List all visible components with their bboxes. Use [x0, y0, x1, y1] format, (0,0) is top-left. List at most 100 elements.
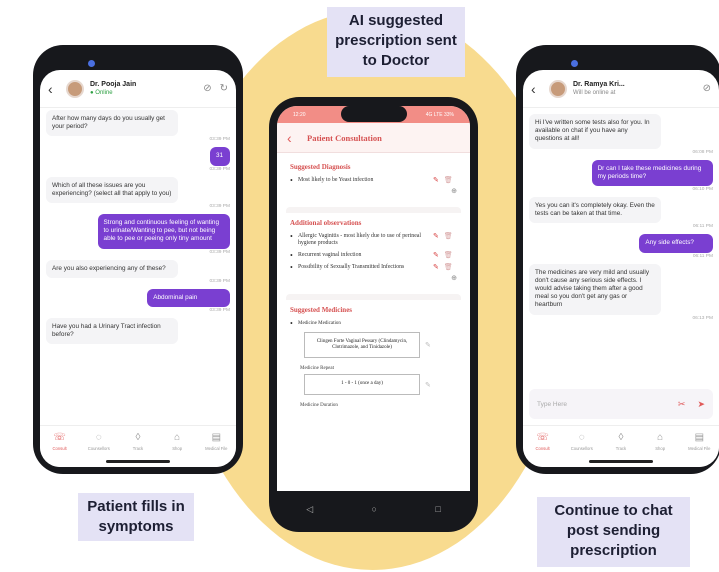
consultation-screen: 12:20 4G LTE 33% ‹ Patient Consultation … — [277, 106, 470, 491]
chat-bubble-icon: ◌ — [578, 432, 585, 443]
tab-medical-file[interactable]: ▤ Medical File — [682, 432, 716, 451]
chat-bubble-icon: ◌ — [95, 432, 102, 443]
message-time: 06:11 PM — [692, 224, 713, 230]
tab-counsellors[interactable]: ◌ Counsellors — [565, 432, 599, 451]
edit-icon[interactable]: ✎ — [433, 252, 439, 259]
drop-icon: ◊ — [618, 432, 624, 443]
edit-icon[interactable]: ✎ — [433, 264, 439, 271]
edit-icon[interactable]: ✎ — [425, 341, 431, 349]
chat-messages: Hi I've written some tests also for you.… — [523, 110, 719, 326]
back-arrow-icon[interactable]: ‹ — [287, 130, 301, 146]
chat-message: Have you had a Urinary Tract infection b… — [46, 318, 179, 345]
tab-shop[interactable]: ⌂ Shop — [160, 432, 194, 451]
medicine-name-field[interactable]: Clingen Forte Vaginal Pessary (Clindamyc… — [304, 332, 420, 359]
medicine-repeat-row: 1 - 0 - 1 (once a day) ✎ — [304, 374, 457, 395]
chat-message: Dr can I take these medicines during my … — [591, 159, 713, 187]
tab-consult[interactable]: ☏ Consult — [526, 432, 560, 451]
message-input[interactable]: Type Here — [537, 401, 678, 408]
message-time: 06:08 PM — [692, 149, 713, 155]
tab-consult[interactable]: ☏ Consult — [43, 432, 77, 451]
chat-message: Which of all these issues are you experi… — [46, 176, 179, 204]
nav-back-icon[interactable]: ◁ — [306, 504, 313, 515]
observations-section: Additional observations • Allergic Vagin… — [286, 207, 461, 286]
tab-label: Counsellors — [87, 446, 110, 451]
caption-continue-chat: Continue to chat post sending prescripti… — [537, 497, 690, 567]
camera-icon — [571, 60, 578, 67]
send-icon[interactable]: ➤ — [697, 399, 705, 410]
section-title: Suggested Medicines — [290, 306, 353, 314]
header-actions: ⊘ ↻ — [203, 83, 228, 94]
chat-message: Any side effects? — [639, 234, 713, 253]
tab-counsellors[interactable]: ◌ Counsellors — [82, 432, 116, 451]
message-time: 06:10 PM — [692, 187, 713, 193]
consult-icon: ☏ — [53, 432, 66, 443]
section-title: Additional observations — [290, 219, 362, 227]
diagnosis-section: Suggested Diagnosis • Most likely to be … — [286, 157, 461, 199]
tab-label: Shop — [172, 446, 183, 451]
message-time: 06:13 PM — [692, 315, 713, 321]
medicine-repeat-field[interactable]: 1 - 0 - 1 (once a day) — [304, 374, 420, 395]
back-arrow-icon[interactable]: ‹ — [531, 81, 545, 97]
tab-shop[interactable]: ⌂ Shop — [643, 432, 677, 451]
delete-icon[interactable]: 🗑 — [444, 252, 453, 259]
medicine-label: Medicine Medication — [298, 321, 341, 326]
phone-consultation: 12:20 4G LTE 33% ‹ Patient Consultation … — [269, 97, 478, 532]
delete-icon[interactable]: 🗑 — [444, 264, 453, 271]
status-time: 12:20 — [293, 111, 306, 118]
row-actions: ✎ 🗑 — [433, 177, 457, 184]
bullet: • — [290, 251, 293, 260]
tab-medical-file[interactable]: ▤ Medical File — [199, 432, 233, 451]
nav-home-icon[interactable]: ○ — [372, 504, 377, 514]
refresh-icon[interactable]: ↻ — [220, 83, 228, 94]
phone-patient-chat: ‹ Dr. Pooja Jain ● Online ⊘ ↻ After how … — [33, 45, 243, 474]
bag-icon: ⌂ — [174, 432, 181, 443]
tab-label: Shop — [655, 446, 666, 451]
row-actions: ✎ 🗑 — [433, 233, 457, 240]
tab-track[interactable]: ◊ Track — [121, 432, 155, 451]
status-text: Online — [95, 90, 113, 96]
tab-track[interactable]: ◊ Track — [604, 432, 638, 451]
tab-label: Consult — [535, 446, 550, 451]
edit-icon[interactable]: ✎ — [433, 177, 439, 184]
status-text: Will be online at — [573, 90, 616, 96]
patient-chat-screen: ‹ Dr. Pooja Jain ● Online ⊘ ↻ After how … — [40, 70, 236, 467]
delete-icon[interactable]: 🗑 — [444, 233, 453, 240]
edit-icon[interactable]: ✎ — [433, 233, 439, 240]
doctor-name: Dr. Ramya Kri... — [573, 81, 625, 88]
bullet: • — [290, 263, 293, 272]
add-icon[interactable]: ⊕ — [290, 187, 457, 195]
nav-recents-icon[interactable]: □ — [435, 504, 440, 514]
delete-icon[interactable]: 🗑 — [444, 177, 453, 184]
message-composer[interactable]: Type Here ✂ ➤ — [529, 389, 713, 419]
observation-item: • Recurrent vaginal infection ✎ 🗑 — [290, 251, 457, 260]
video-call-icon[interactable]: ⊘ — [703, 83, 711, 94]
tab-label: Medical File — [688, 446, 711, 451]
home-indicator — [589, 460, 653, 463]
video-call-icon[interactable]: ⊘ — [203, 83, 211, 94]
attach-icon[interactable]: ✂ — [678, 399, 686, 410]
medicine-name-row: Clingen Forte Vaginal Pessary (Clindamyc… — [304, 332, 457, 359]
composer-actions: ✂ ➤ — [678, 399, 705, 410]
home-indicator — [106, 460, 170, 463]
drop-icon: ◊ — [135, 432, 141, 443]
header-actions: ⊘ — [703, 83, 711, 94]
doctor-name: Dr. Pooja Jain — [90, 81, 137, 88]
observation-text: Allergic Vaginitis - most likely due to … — [298, 233, 421, 246]
message-time: 03:39 PM — [209, 204, 230, 210]
observation-item: • Possibility of Sexually Transmitted In… — [290, 263, 457, 272]
observation-text: Possibility of Sexually Transmitted Infe… — [298, 264, 405, 270]
doctor-avatar — [66, 79, 84, 98]
consult-icon: ☏ — [536, 432, 549, 443]
doctor-info: Dr. Ramya Kri... Will be online at — [573, 81, 625, 96]
section-title: Suggested Diagnosis — [290, 163, 351, 171]
add-icon[interactable]: ⊕ — [290, 274, 457, 282]
message-time: 03:39 PM — [209, 308, 230, 314]
message-time: 03:39 PM — [209, 137, 230, 143]
diagnosis-text: Most likely to be Yeast infection — [298, 177, 374, 183]
chat-message: Hi I've written some tests also for you.… — [529, 114, 662, 149]
tab-label: Track — [132, 446, 144, 451]
edit-icon[interactable]: ✎ — [425, 381, 431, 389]
chat-message: The medicines are very mild and usually … — [529, 263, 662, 315]
doctor-avatar — [549, 79, 567, 98]
back-arrow-icon[interactable]: ‹ — [48, 81, 62, 97]
